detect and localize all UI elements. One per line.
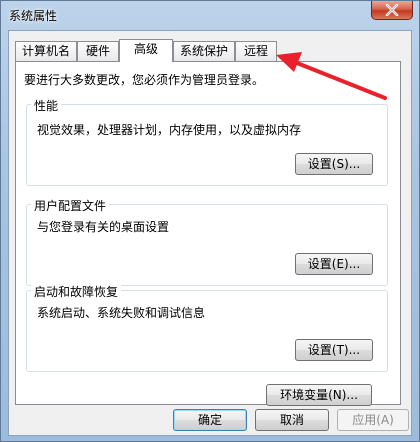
tab-hardware[interactable]: 硬件 [77,41,119,61]
startup-recovery-group: 启动和故障恢复 系统启动、系统失败和调试信息 设置(T)... [26,283,388,372]
user-profiles-settings-button[interactable]: 设置(E)... [295,253,373,275]
user-profiles-group: 用户配置文件 与您登录有关的桌面设置 设置(E)... [26,197,388,286]
tab-remote[interactable]: 远程 [235,41,277,61]
performance-title: 性能 [31,97,62,114]
startup-recovery-title: 启动和故障恢复 [31,283,122,300]
tab-system-protection[interactable]: 系统保护 [173,41,235,61]
tab-advanced[interactable]: 高级 [119,39,173,62]
tab-computer-name[interactable]: 计算机名 [15,41,77,61]
environment-variables-button[interactable]: 环境变量(N)... [266,384,372,406]
advanced-tab-panel: 要进行大多数更改，您必须作为管理员登录。 性能 视觉效果，处理器计划，内存使用，… [15,61,401,406]
admin-notice: 要进行大多数更改，您必须作为管理员登录。 [24,73,265,87]
apply-button[interactable]: 应用(A) [337,409,409,431]
title-bar[interactable]: 系统属性 [1,1,419,31]
tab-strip: 计算机名 硬件 高级 系统保护 远程 [15,39,395,62]
close-button[interactable] [371,1,413,20]
performance-settings-button[interactable]: 设置(S)... [295,153,373,175]
window-title: 系统属性 [9,9,58,23]
startup-recovery-settings-button[interactable]: 设置(T)... [295,339,373,361]
dialog-client-area: 计算机名 硬件 高级 系统保护 远程 要进行大多数更改，您必须作为管理员登录。 … [8,30,412,436]
user-profiles-description: 与您登录有关的桌面设置 [37,220,170,234]
startup-recovery-description: 系统启动、系统失败和调试信息 [37,306,206,320]
close-icon [385,4,399,16]
ok-button[interactable]: 确定 [173,409,247,431]
performance-group: 性能 视觉效果，处理器计划，内存使用，以及虚拟内存 设置(S)... [26,97,388,186]
system-properties-window: 系统属性 计算机名 硬件 高级 系统保护 远程 要进行大多数更改，您必须作为管理… [0,0,420,442]
performance-description: 视觉效果，处理器计划，内存使用，以及虚拟内存 [37,123,302,137]
cancel-button[interactable]: 取消 [255,409,329,431]
user-profiles-title: 用户配置文件 [31,197,110,214]
